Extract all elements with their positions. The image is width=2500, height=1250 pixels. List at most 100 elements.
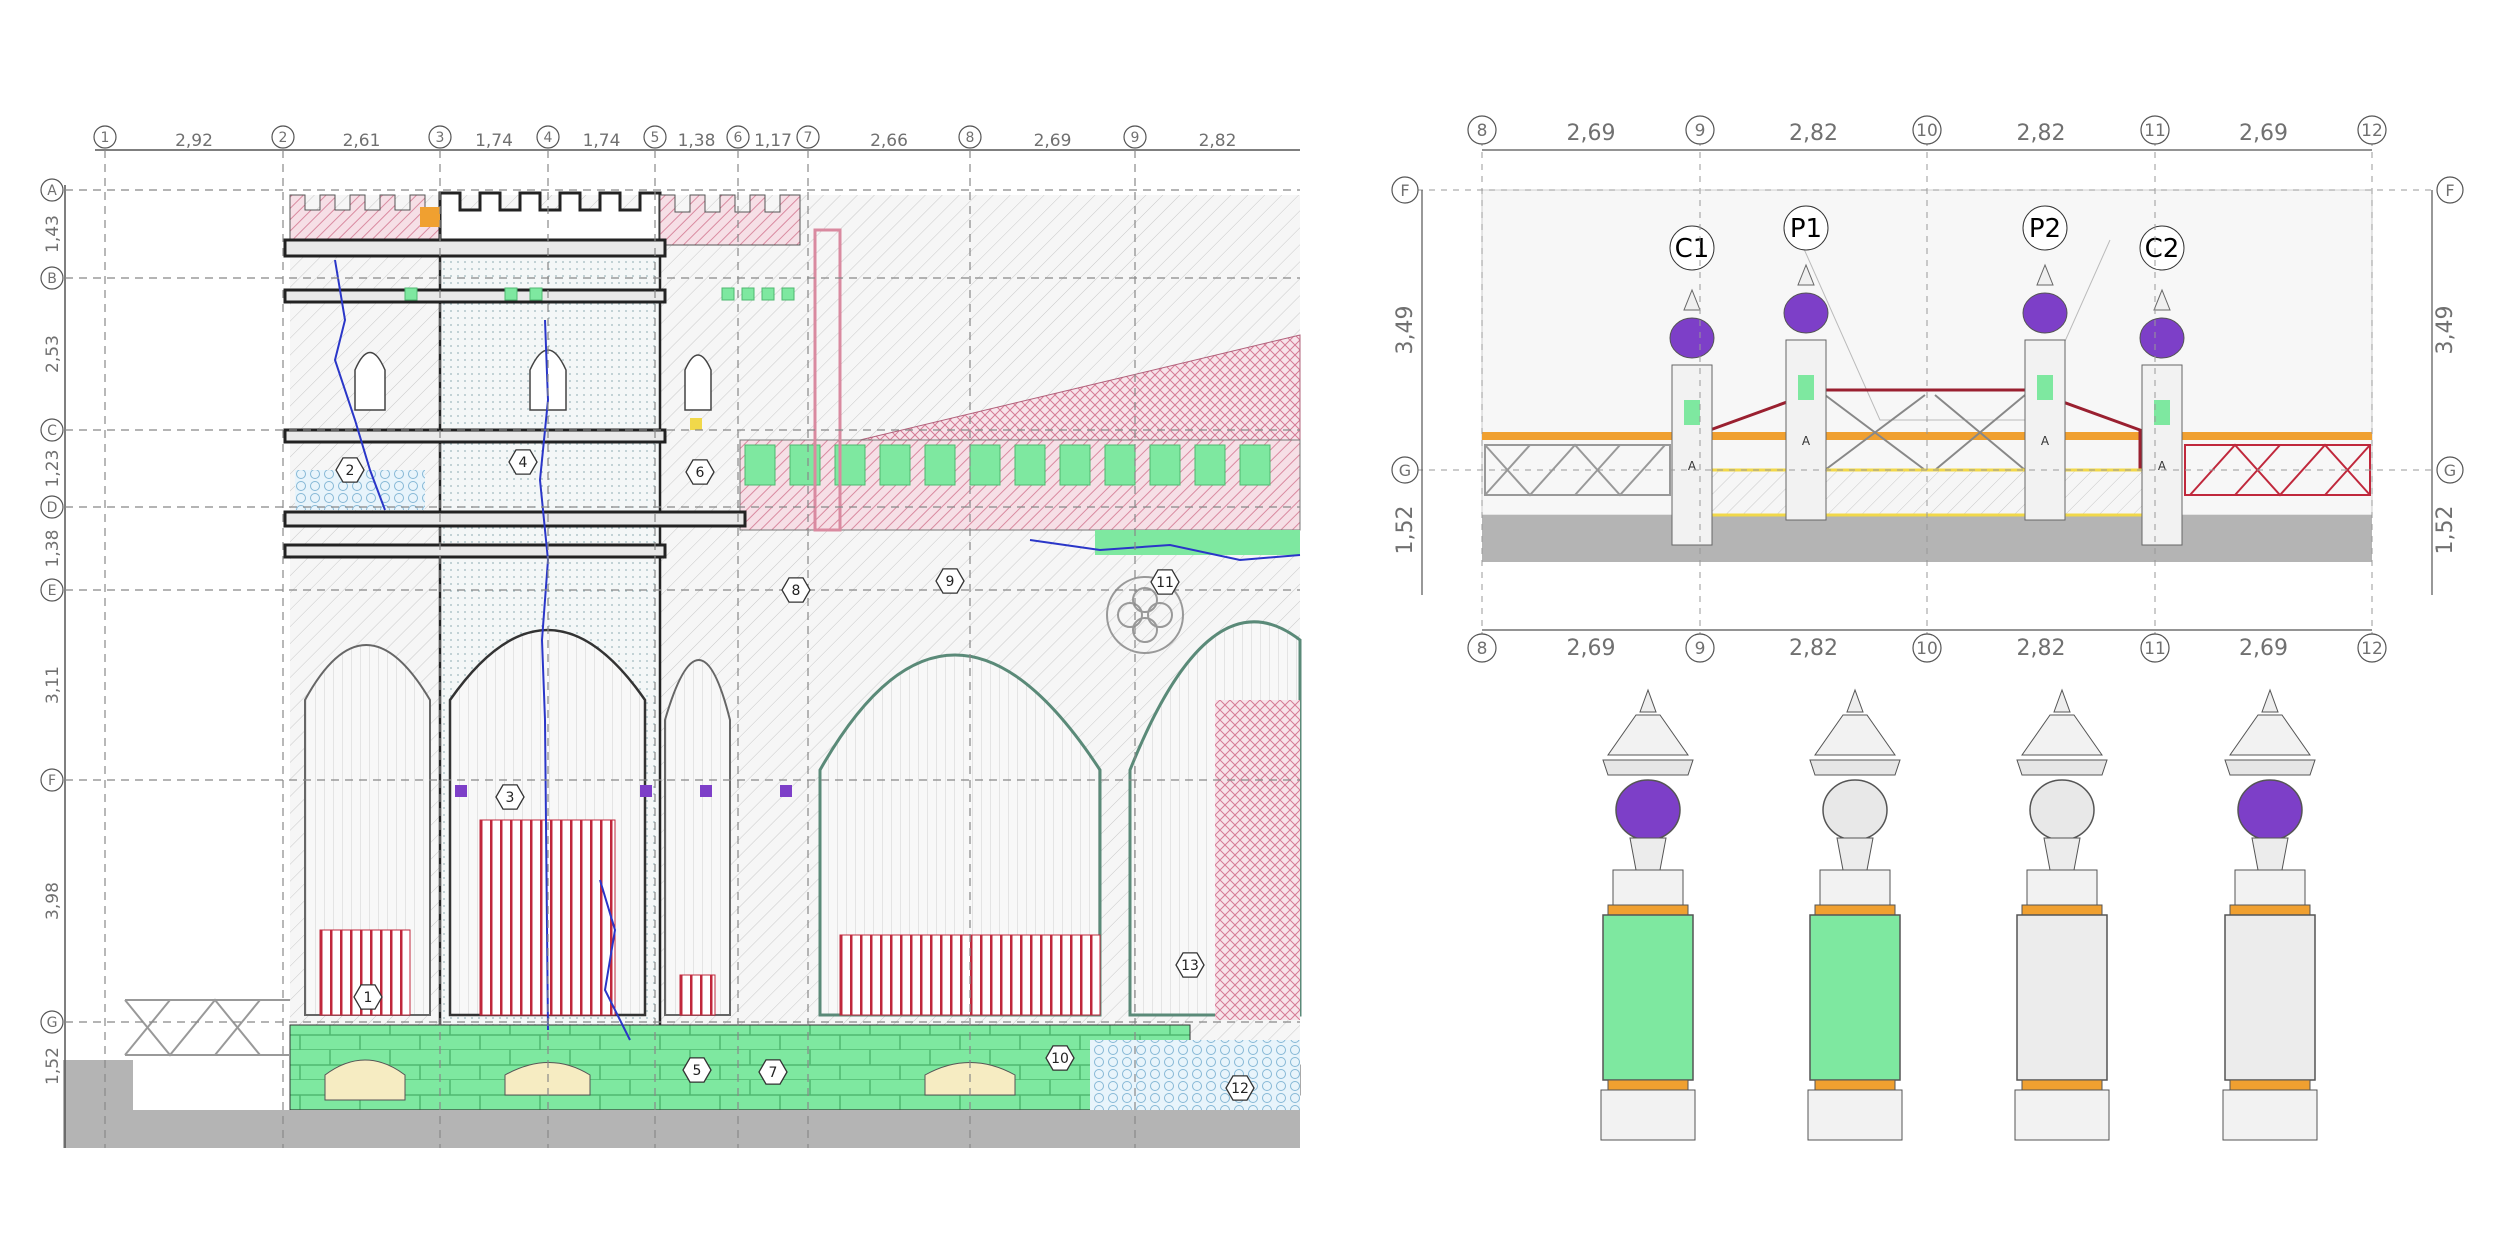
detail-dimension: 2,82 (1789, 121, 1838, 146)
grid-label-row: G (47, 1015, 58, 1031)
dimension-col: 1,74 (475, 131, 513, 151)
detail-vdimension: 1,52 (1393, 506, 1418, 555)
dimension-col: 2,61 (343, 131, 381, 151)
bollard-finial (1639, 688, 1657, 713)
bollard-urn (2237, 779, 2303, 841)
dimension-row: 1,38 (43, 530, 63, 568)
bollard-cap-rim (2224, 759, 2316, 776)
element-tag-label: 5 (693, 1063, 702, 1079)
post-green-mark (1798, 375, 1814, 400)
detail-grid-label: 9 (1695, 121, 1706, 141)
grid-label-row: B (47, 271, 57, 287)
element-tag-label: 13 (1181, 958, 1199, 974)
bollard-cap-rim (2016, 759, 2108, 776)
bollard-ring-base (1814, 1079, 1896, 1091)
element-tag-label: 12 (1231, 1081, 1249, 1097)
grid-label-col: 5 (651, 130, 660, 146)
post-label-P2: P2 (2029, 214, 2061, 244)
post-urn (1669, 317, 1715, 359)
bollard-shaft (1602, 914, 1694, 1081)
grid-label-row: F (48, 773, 56, 789)
post-marker: A (1688, 459, 1697, 473)
bollard-urn (1822, 779, 1888, 841)
bollard-ring (2021, 904, 2103, 916)
element-tag-label: 7 (769, 1065, 778, 1081)
grid-label-col: 1 (101, 130, 110, 146)
post-urn (2139, 317, 2185, 359)
detail-row-label: G (2444, 461, 2456, 480)
bollard-ring (1607, 904, 1689, 916)
gate-pavement (1698, 468, 2152, 517)
bollard-collar (1819, 869, 1891, 906)
dimension-row: 1,52 (43, 1047, 63, 1085)
bollard-cap (1814, 714, 1896, 756)
post-label-C1: C1 (1675, 234, 1710, 264)
detail-grid-label: 8 (1477, 639, 1488, 659)
detail-vdimension: 3,49 (1393, 306, 1418, 355)
bollard-finial (2261, 688, 2279, 713)
detail-grid-label: 10 (1916, 639, 1938, 659)
bollard-base (1600, 1089, 1696, 1141)
post-elevations (1600, 688, 2318, 1141)
grid-label-col: 3 (436, 130, 445, 146)
dimension-col: 1,17 (754, 131, 792, 151)
element-tag-label: 3 (506, 790, 515, 806)
drawing-sheet: 1 2,92 2 2,61 3 1,74 4 1,74 5 1,38 6 1,17 7 2,66 8 2,69… (40, 115, 2464, 1148)
dimension-row: 1,23 (43, 450, 63, 488)
detail-vdimension: 1,52 (2433, 506, 2458, 555)
post-green-mark (2037, 375, 2053, 400)
bollard-ring (2229, 904, 2311, 916)
detail-grid-label: 11 (2144, 639, 2166, 659)
ground-line (63, 1110, 1300, 1148)
bollard-cap (2229, 714, 2311, 756)
bollard-ring (1814, 904, 1896, 916)
post-marker: A (2041, 434, 2050, 448)
detail-vdimension: 3,49 (2433, 306, 2458, 355)
detail-row-label: G (1399, 461, 1411, 480)
bollard-neck (1629, 837, 1667, 871)
dimension-col: 2,66 (870, 131, 908, 151)
bollard-urn (2029, 779, 2095, 841)
grid-label-col: 4 (544, 130, 553, 146)
detail-dimension: 2,82 (1789, 636, 1838, 661)
bollard-base (2014, 1089, 2110, 1141)
detail-grid-label: 8 (1477, 121, 1488, 141)
dimension-row: 2,53 (43, 335, 63, 373)
grid-label-row: C (47, 423, 57, 439)
element-tag-label: 8 (792, 583, 801, 599)
ground-step (63, 1060, 133, 1110)
post-marker: A (1802, 434, 1811, 448)
bollard-neck (1836, 837, 1874, 871)
post-urn (1783, 292, 1829, 334)
dimension-col: 2,82 (1199, 131, 1237, 151)
element-tag-label: 10 (1051, 1051, 1069, 1067)
fence-detail: C1 A P1 A P2 A C2 A 8 8 9 9 10 10 11 11 12 12 2,69 2,69 2,8… (1391, 115, 2464, 663)
element-tag-label: 6 (696, 465, 705, 481)
post-green-mark (2154, 400, 2170, 425)
element-tag-label: 9 (946, 574, 955, 590)
grid-label-row: D (47, 500, 58, 516)
detail-dimension: 2,69 (2239, 636, 2288, 661)
grid-label-col: 7 (804, 130, 813, 146)
bollard-cap (1607, 714, 1689, 756)
yellow-spot (690, 418, 702, 430)
grid-label-row: E (48, 583, 57, 599)
bollard-neck (2043, 837, 2081, 871)
post-shaft (1671, 364, 1713, 546)
dimension-col: 2,69 (1034, 131, 1072, 151)
detail-grid-label: 12 (2361, 121, 2383, 141)
bollard-neck (2251, 837, 2289, 871)
bollard-base (2222, 1089, 2318, 1141)
bollard-finial (2053, 688, 2071, 713)
bollard-collar (2026, 869, 2098, 906)
post-marker: A (2158, 459, 2167, 473)
post-green-mark (1684, 400, 1700, 425)
element-tag-label: 4 (519, 455, 528, 471)
detail-dimension: 2,82 (2017, 636, 2066, 661)
bollard-shaft (2224, 914, 2316, 1081)
post-shaft (1785, 339, 1827, 521)
grid-label-col: 6 (734, 130, 743, 146)
bollard-urn (1615, 779, 1681, 841)
dimension-row: 3,98 (43, 882, 63, 920)
dimension-col: 1,74 (583, 131, 621, 151)
